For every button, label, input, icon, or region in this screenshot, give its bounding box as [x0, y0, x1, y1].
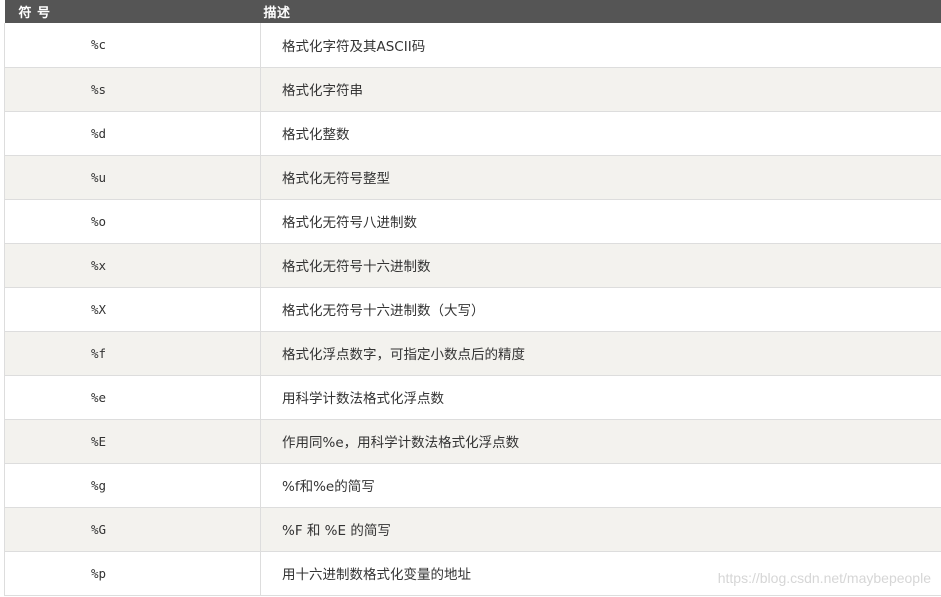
description-cell: 格式化整数 — [260, 111, 941, 156]
symbol-cell: %e — [4, 375, 261, 420]
table-row: %e 用科学计数法格式化浮点数 — [4, 375, 941, 420]
format-symbol-table: 符 号 描述 %c 格式化字符及其ASCII码 %s 格式化字符串 %d 格式化… — [4, 0, 941, 596]
description-cell: 格式化字符串 — [260, 67, 941, 112]
watermark-url: https://blog.csdn.net/maybepeople — [717, 570, 931, 586]
symbol-cell: %o — [4, 199, 261, 244]
symbol-cell: %c — [4, 23, 261, 68]
table-row: %x 格式化无符号十六进制数 — [4, 243, 941, 288]
description-cell: 格式化字符及其ASCII码 — [260, 23, 941, 68]
symbol-cell: %p — [4, 551, 261, 596]
description-cell: %f和%e的简写 — [260, 463, 941, 508]
table-row: %E 作用同%e，用科学计数法格式化浮点数 — [4, 419, 941, 464]
description-cell: 格式化无符号整型 — [260, 155, 941, 200]
table-row: %X 格式化无符号十六进制数（大写） — [4, 287, 941, 332]
symbol-cell: %G — [4, 507, 261, 552]
description-cell: 格式化无符号十六进制数 — [260, 243, 941, 288]
symbol-cell: %f — [4, 331, 261, 376]
symbol-cell: %u — [4, 155, 261, 200]
table-header-row: 符 号 描述 — [4, 0, 941, 23]
description-cell: 格式化无符号八进制数 — [260, 199, 941, 244]
description-cell: 用科学计数法格式化浮点数 — [260, 375, 941, 420]
symbol-cell: %E — [4, 419, 261, 464]
table-row: %s 格式化字符串 — [4, 67, 941, 112]
table-row: %u 格式化无符号整型 — [4, 155, 941, 200]
symbol-cell: %s — [4, 67, 261, 112]
table-row: %c 格式化字符及其ASCII码 — [4, 23, 941, 68]
header-description: 描述 — [263, 6, 291, 21]
table-row: %f 格式化浮点数字，可指定小数点后的精度 — [4, 331, 941, 376]
symbol-cell: %x — [4, 243, 261, 288]
table-row: %G %F 和 %E 的简写 — [4, 507, 941, 552]
table-row: %g %f和%e的简写 — [4, 463, 941, 508]
symbol-cell: %d — [4, 111, 261, 156]
header-symbol: 符 号 — [18, 6, 51, 21]
symbol-cell: %X — [4, 287, 261, 332]
table-row: %o 格式化无符号八进制数 — [4, 199, 941, 244]
table-row: %d 格式化整数 — [4, 111, 941, 156]
description-cell: 格式化浮点数字，可指定小数点后的精度 — [260, 331, 941, 376]
symbol-cell: %g — [4, 463, 261, 508]
page: 符 号 描述 %c 格式化字符及其ASCII码 %s 格式化字符串 %d 格式化… — [0, 0, 941, 597]
description-cell: 格式化无符号十六进制数（大写） — [260, 287, 941, 332]
description-cell: %F 和 %E 的简写 — [260, 507, 941, 552]
description-cell: 作用同%e，用科学计数法格式化浮点数 — [260, 419, 941, 464]
